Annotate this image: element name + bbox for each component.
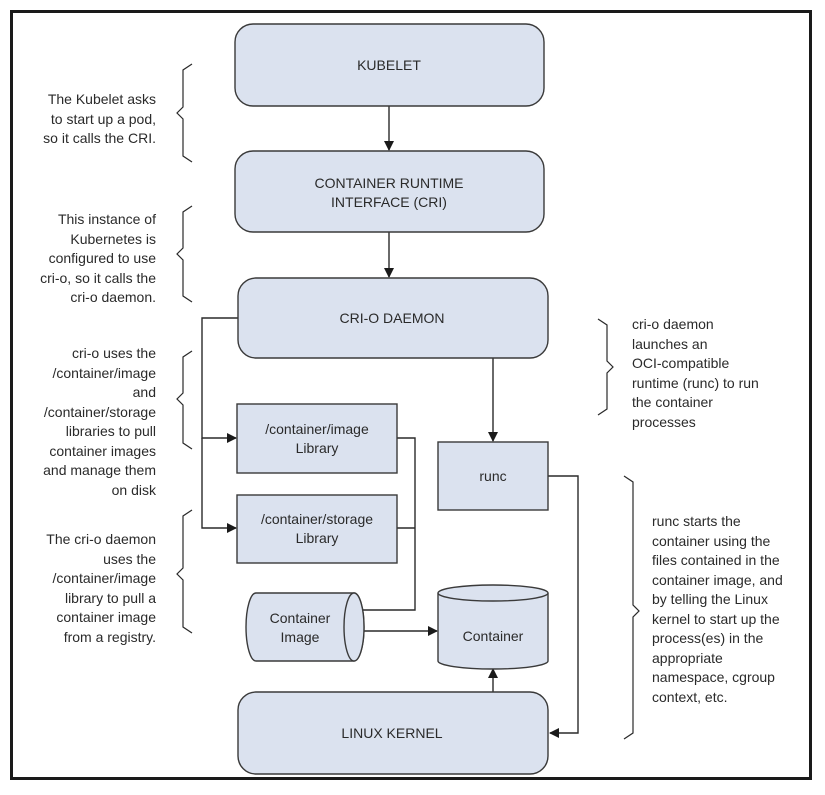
brace-pull-note [176,509,193,634]
node-container: Container [437,584,549,670]
note-crio: cri-o daemon launches an OCI-compatible run… [632,315,807,432]
node-runc-label: runc [479,468,506,484]
note-line: cri-o uses the [71,345,156,361]
note-line: OCI-compatible [632,355,730,371]
edge-crio-storage-lib [201,438,237,533]
node-image-library: /container/image Library [236,403,398,474]
brace-kubelet-note [176,63,193,163]
node-container-image-line1: Container [270,610,331,626]
node-linux-kernel: LINUX KERNEL [237,691,549,775]
edge-runc-kernel [548,475,579,738]
brace-libraries-note [176,350,193,450]
note-runc: runc starts the container using the files … [652,512,812,707]
note-line: uses the [103,550,156,567]
node-crio-daemon: CRI-O DAEMON [237,277,549,359]
note-line: /container/image [52,364,156,381]
brace-cri-note [176,205,193,303]
note-line: files contained in the [652,552,780,568]
node-cri-label-line1: CONTAINER RUNTIME [314,175,463,191]
note-line: namespace, cgroup [652,669,775,685]
note-line: configured to use [48,250,156,266]
note-line: cri-o daemon [632,316,714,332]
note-line: from a registry. [63,628,156,645]
node-storage-library: /container/storage Library [236,494,398,564]
note-line: and [132,384,156,400]
node-storage-library-line1: /container/storage [261,511,373,527]
note-line: Kubernetes is [70,230,156,247]
note-line: library to pull a [64,589,156,606]
node-runc: runc [437,441,549,511]
node-container-image: Container Image [245,592,365,662]
note-line: container image [56,609,156,625]
brace-runc-note [623,475,640,740]
node-kubelet: KUBELET [234,23,545,107]
note-line: process(es) in the [652,630,764,646]
note-line: container using the [652,532,771,549]
node-image-library-line2: Library [296,440,339,456]
note-line: the container [632,394,713,410]
note-line: appropriate [652,649,723,666]
note-line: /container/image [52,570,156,586]
note-line: processes [632,413,696,430]
note-line: runtime (runc) to run [632,374,759,391]
node-image-library-line1: /container/image [265,421,369,437]
node-kubelet-label: KUBELET [357,57,421,73]
note-line: to start up a pod, [50,110,156,127]
note-line: libraries to pull [65,423,156,439]
note-line: launches an [632,335,708,352]
note-libraries: cri-o uses the/container/image and/contai… [0,344,156,500]
node-cri-label-line2: INTERFACE (CRI) [331,194,447,210]
note-line: This instance of [57,211,156,227]
note-kubelet: The Kubelet asks to start up a pod, so it … [0,90,156,149]
note-line: on disk [111,481,156,498]
note-line: cri-o daemon. [70,289,156,305]
node-container-label: Container [463,628,524,644]
note-line: kernel to start up the [652,610,780,627]
note-line: so it calls the CRI. [43,130,156,146]
note-line: runc starts the [652,513,741,529]
node-crio-label: CRI-O DAEMON [340,310,445,326]
note-line: and manage them [43,462,156,478]
note-line: container images [49,442,156,459]
note-pull: The cri-o daemon uses the/container/image… [0,530,156,647]
brace-crio-note [597,318,614,416]
node-container-image-line2: Image [281,629,320,645]
note-cri: This instance of Kubernetes is configured … [0,210,156,308]
node-storage-library-line2: Library [296,530,339,546]
edge-crio-image-lib [201,317,238,443]
note-line: context, etc. [652,688,728,705]
note-line: The cri-o daemon [46,531,156,547]
note-line: container image, and [652,571,783,588]
node-kernel-label: LINUX KERNEL [341,725,442,741]
note-line: /container/storage [43,403,156,420]
note-line: cri-o, so it calls the [40,269,156,286]
node-cri: CONTAINER RUNTIME INTERFACE (CRI) [234,150,545,233]
note-line: The Kubelet asks [47,91,156,107]
note-line: by telling the Linux [652,591,768,607]
